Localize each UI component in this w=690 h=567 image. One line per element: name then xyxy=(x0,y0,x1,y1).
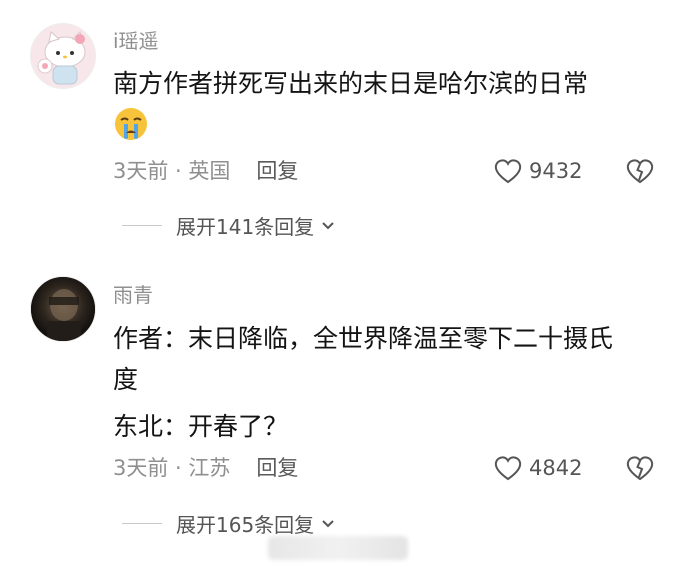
like-button[interactable]: 9432 xyxy=(493,156,582,186)
like-count: 4842 xyxy=(529,456,583,480)
broken-heart-icon[interactable] xyxy=(625,453,655,483)
comment-text: 南方作者拼死写出来的末日是哈尔滨的日常 xyxy=(113,63,673,104)
comment-text-line: 南方作者拼死写出来的末日是哈尔滨的日常 xyxy=(113,69,589,98)
comment-meta: 3天前 · 英国 回复 xyxy=(113,158,298,184)
divider xyxy=(122,522,162,524)
avatar[interactable] xyxy=(30,276,96,342)
reply-button[interactable]: 回复 xyxy=(256,159,298,183)
comment-text-line: 东北：开春了？ xyxy=(113,412,289,441)
expand-replies-label: 展开165条回复 xyxy=(176,512,315,537)
avatar[interactable] xyxy=(30,23,96,89)
chevron-down-icon xyxy=(322,520,334,528)
chevron-down-icon xyxy=(322,222,334,230)
crying-emoji-icon xyxy=(115,108,147,140)
divider xyxy=(122,224,162,226)
timestamp-location: 3天前 · 英国 xyxy=(113,159,231,183)
comment-meta: 3天前 · 江苏 回复 xyxy=(113,455,298,481)
comment-text-line: 度 xyxy=(113,365,139,394)
heart-icon xyxy=(494,159,522,184)
expand-replies-button[interactable]: 展开165条回复 xyxy=(122,509,336,537)
like-count: 9432 xyxy=(529,159,583,183)
username[interactable]: 雨青 xyxy=(113,283,153,307)
comment-item: i瑶遥 南方作者拼死写出来的末日是哈尔滨的日常 3天前 · 英国 回复 9432 … xyxy=(0,0,690,250)
portrait-avatar-image xyxy=(31,277,95,341)
watermark xyxy=(268,536,408,560)
comment-text: 作者：末日降临，全世界降温至零下二十摄氏 度 东北：开春了？ xyxy=(113,318,673,447)
heart-icon xyxy=(494,456,522,481)
like-button[interactable]: 4842 xyxy=(493,453,582,483)
comment-text-line: 作者：末日降临，全世界降温至零下二十摄氏 xyxy=(113,324,614,353)
reply-button[interactable]: 回复 xyxy=(256,456,298,480)
expand-replies-label: 展开141条回复 xyxy=(176,214,315,239)
comment-item: 雨青 作者：末日降临，全世界降温至零下二十摄氏 度 东北：开春了？ 3天前 · … xyxy=(0,250,690,567)
hello-kitty-avatar-image xyxy=(31,24,95,88)
username[interactable]: i瑶遥 xyxy=(113,29,159,53)
broken-heart-icon[interactable] xyxy=(625,156,655,186)
timestamp-location: 3天前 · 江苏 xyxy=(113,456,231,480)
expand-replies-button[interactable]: 展开141条回复 xyxy=(122,211,336,239)
